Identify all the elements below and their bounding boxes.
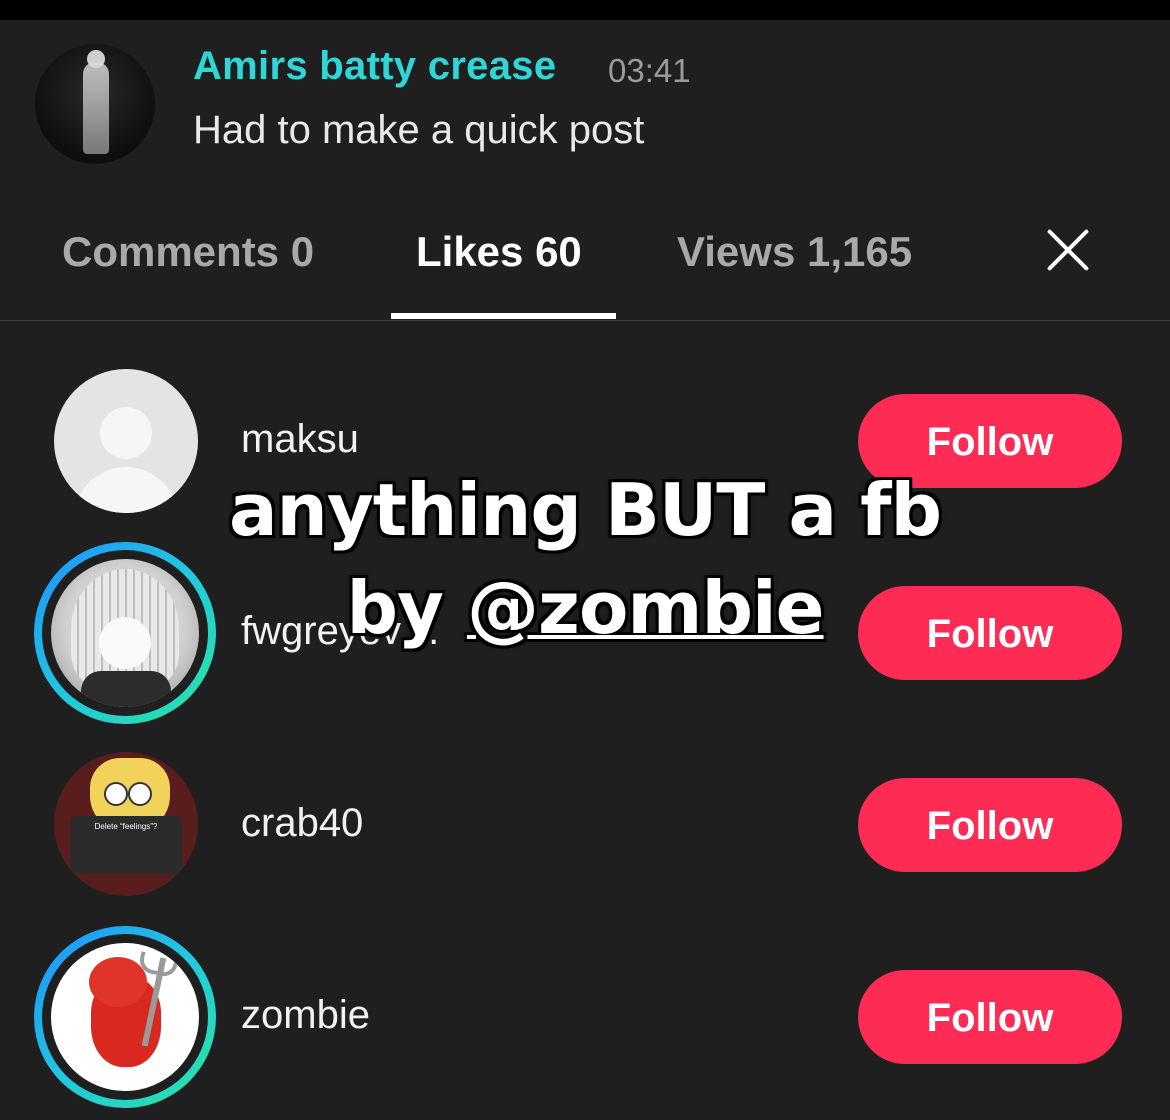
mention-link[interactable]: @zombie — [467, 566, 824, 650]
username[interactable]: maksu — [241, 417, 359, 462]
avatar-figure-body — [83, 62, 109, 154]
follow-button[interactable]: Follow — [858, 970, 1122, 1064]
avatar-silhouette-head — [100, 407, 152, 459]
avatar-devil-head — [89, 957, 147, 1007]
list-item: Delete “feelings”? crab40 Follow — [0, 740, 1170, 910]
tab-likes[interactable]: Likes 60 — [416, 228, 582, 276]
overlay-caption-prefix: by — [346, 566, 468, 650]
tab-views[interactable]: Views 1,165 — [677, 228, 912, 276]
avatar-dialog-title: Delete “feelings”? — [94, 822, 158, 831]
username[interactable]: crab40 — [241, 801, 363, 846]
username[interactable]: zombie — [241, 993, 370, 1038]
author-avatar[interactable] — [35, 44, 155, 164]
tab-bar: Comments 0 Likes 60 Views 1,165 — [0, 200, 1170, 320]
follow-button[interactable]: Follow — [858, 778, 1122, 872]
active-tab-indicator — [391, 313, 616, 319]
avatar-collar — [81, 671, 171, 707]
cartoon-avatar[interactable]: Delete “feelings”? — [54, 752, 198, 896]
devil-avatar — [51, 943, 199, 1091]
close-icon[interactable] — [1044, 226, 1092, 274]
list-item: zombie Follow — [0, 926, 1170, 1108]
post-header: Amirs batty crease 03:41 Had to make a q… — [0, 20, 1170, 200]
divider — [0, 320, 1170, 321]
post-caption: Had to make a quick post — [193, 108, 645, 152]
avatar-dialog-text: Delete “feelings”? — [70, 816, 182, 874]
author-name[interactable]: Amirs batty crease — [193, 44, 556, 89]
avatar-eye — [104, 782, 128, 806]
avatar-eye — [128, 782, 152, 806]
story-ring-avatar[interactable] — [34, 926, 216, 1108]
overlay-caption-line: by @zombie — [0, 566, 1170, 650]
overlay-caption-line: anything BUT a fb — [228, 468, 942, 552]
status-bar — [0, 0, 1170, 20]
tab-comments[interactable]: Comments 0 — [62, 228, 314, 276]
post-timestamp: 03:41 — [608, 52, 691, 89]
